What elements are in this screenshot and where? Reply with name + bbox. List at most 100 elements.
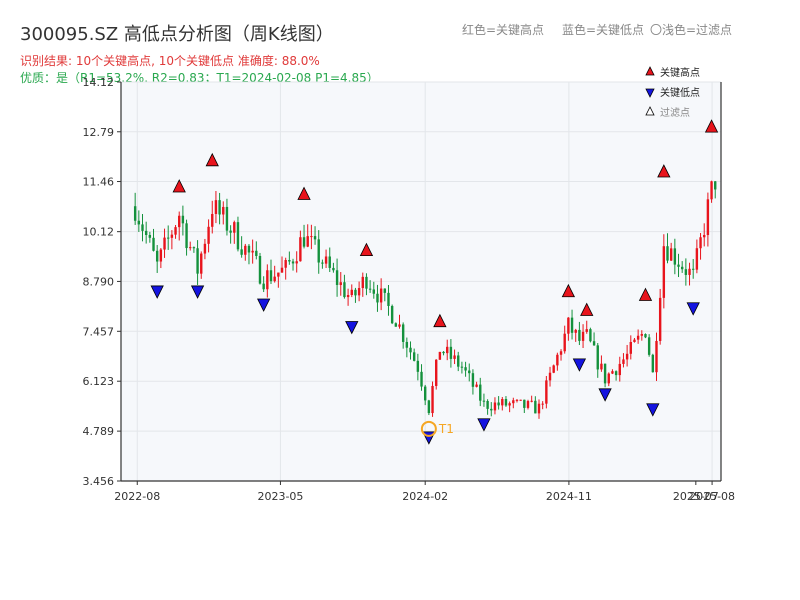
candle-body [574, 329, 577, 333]
candle-body [548, 372, 552, 381]
candle-body [376, 293, 379, 303]
candle-body [211, 213, 214, 227]
candle-body [427, 400, 431, 414]
candle-body [354, 289, 357, 296]
candle-body [368, 288, 372, 290]
x-tick-label: 2023-05 [257, 490, 303, 503]
candle-body [677, 264, 680, 267]
candle-body [636, 335, 640, 340]
candle-body [468, 370, 471, 374]
candle-body [493, 402, 497, 411]
candle-body [372, 289, 375, 294]
candle-body [291, 261, 295, 264]
candle-body [163, 237, 166, 250]
candle-body [398, 324, 401, 327]
candle-body [530, 400, 533, 402]
candle-body [570, 317, 574, 333]
candle-body [512, 400, 515, 404]
candle-body [673, 248, 677, 265]
candle-body [692, 268, 695, 270]
candle-body [710, 181, 713, 200]
candle-body [504, 398, 508, 406]
candle-body [497, 402, 500, 406]
candle-body [240, 249, 243, 255]
y-tick-label: 8.790 [83, 275, 115, 288]
y-tick-label: 4.789 [83, 425, 115, 438]
candle-body [152, 237, 155, 251]
candle-body [288, 260, 291, 262]
candle-body [137, 220, 141, 225]
candle-body [218, 200, 221, 215]
y-tick-label: 6.123 [83, 375, 115, 388]
candle-body [383, 288, 387, 293]
candle-body [412, 352, 416, 361]
candle-body [486, 400, 489, 409]
candle-body [155, 250, 159, 262]
candle-body [651, 354, 655, 373]
candle-body [343, 282, 346, 298]
x-tick-label: 2022-08 [114, 490, 160, 503]
candle-body [585, 329, 588, 332]
candle-body [244, 245, 247, 255]
candle-body [328, 256, 331, 268]
candle-body [379, 288, 383, 303]
candle-body [405, 341, 409, 348]
candle-body [695, 248, 699, 270]
candle-body [196, 248, 199, 274]
candlestick-chart: 3.456 4.789 6.123 7.457 8.790 10.12 11.46 12.79… [83, 66, 736, 503]
legend-label: 关键低点 [660, 86, 700, 99]
candle-body [181, 215, 185, 224]
candle-body [449, 346, 453, 359]
candle-body [284, 260, 287, 268]
candle-body [409, 347, 412, 353]
y-tick-label: 11.46 [83, 176, 115, 189]
candle-body [563, 333, 566, 352]
candle-body [666, 246, 669, 261]
candle-body [335, 270, 339, 285]
x-tick-label: 2024-02 [402, 490, 448, 503]
candle-body [600, 363, 603, 370]
candle-body [655, 340, 658, 373]
candle-body [614, 371, 618, 376]
candle-body [644, 334, 647, 338]
y-tick-label: 14.12 [83, 76, 115, 89]
candle-body [475, 384, 478, 387]
candle-body [258, 255, 262, 284]
candle-body [306, 236, 309, 247]
candle-body [310, 236, 313, 238]
y-tick-label: 10.12 [83, 226, 115, 239]
candle-body [534, 400, 537, 414]
candle-body [464, 367, 467, 371]
candle-body [317, 239, 320, 263]
candle-body [339, 282, 342, 285]
candle-body [233, 222, 236, 233]
t1-label: T1 [438, 422, 454, 436]
candle-body [490, 408, 493, 411]
candle-body [144, 230, 148, 235]
candle-body [192, 247, 196, 249]
candle-body [435, 359, 438, 386]
candle-body [501, 398, 504, 406]
candle-body [647, 337, 651, 355]
candle-body [559, 351, 563, 355]
candle-body [703, 235, 706, 238]
candle-body [662, 246, 666, 298]
candle-body [611, 371, 614, 374]
legend-label: 关键高点 [660, 66, 700, 79]
candle-body [332, 267, 335, 271]
candle-body [299, 237, 302, 262]
candle-body [589, 329, 592, 342]
candle-body [295, 261, 298, 264]
candle-body [262, 283, 265, 290]
candle-body [302, 237, 306, 247]
candle-body [247, 245, 251, 253]
candle-body [552, 365, 555, 373]
candle-body [442, 351, 445, 354]
candle-body [688, 268, 691, 275]
candle-body [581, 331, 585, 341]
candle-body [622, 359, 625, 364]
candle-body [280, 267, 284, 273]
candle-body [313, 236, 317, 240]
candle-body [266, 270, 269, 290]
candle-body [222, 206, 225, 215]
